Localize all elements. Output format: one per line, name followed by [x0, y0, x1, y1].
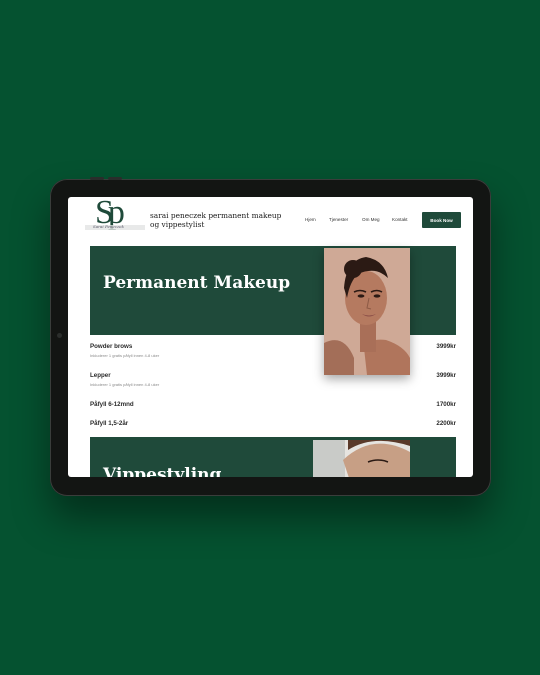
price-value: 2200kr — [436, 420, 456, 427]
price-row: Påfyll 1,5-2år 2200kr — [90, 420, 456, 430]
price-row: Powder brows 3999kr Inkluderer 1 gratis … — [90, 343, 456, 358]
price-name: Lepper — [90, 372, 111, 379]
model-portrait — [324, 248, 410, 375]
hero-title: Permanent Makeup — [103, 273, 291, 293]
book-now-button[interactable]: Book Now — [422, 212, 461, 228]
nav-home[interactable]: Hjem — [305, 217, 316, 222]
price-note: Inkluderer 1 gratis påfyll innen 4-8 uke… — [90, 353, 160, 358]
price-row: Lepper 3999kr Inkluderer 1 gratis påfyll… — [90, 372, 456, 387]
camera — [57, 333, 62, 338]
price-value: 3999kr — [436, 372, 456, 379]
price-note: Inkluderer 1 gratis påfyll innen 4-8 uke… — [90, 382, 160, 387]
site-logo[interactable]: Sp Sarai Peneczek — [85, 197, 145, 240]
price-value: 3999kr — [436, 343, 456, 350]
website-screen: Sp Sarai Peneczek sarai peneczek permane… — [68, 197, 473, 477]
nav-services[interactable]: Tjenester — [329, 217, 348, 222]
price-value: 1700kr — [436, 401, 456, 408]
price-name: Påfyll 1,5-2år — [90, 420, 129, 427]
tablet-frame: Sp Sarai Peneczek sarai peneczek permane… — [50, 177, 491, 496]
site-title[interactable]: sarai peneczek permanent makeup og vippe… — [150, 211, 290, 229]
logo-script: Sarai Peneczek — [93, 224, 124, 229]
price-name: Påfyll 6-12mnd — [90, 401, 134, 408]
price-row: Påfyll 6-12mnd 1700kr — [90, 401, 456, 411]
nav-contact[interactable]: Kontakt — [392, 217, 408, 222]
price-name: Powder brows — [90, 343, 133, 350]
nav-about[interactable]: Om Meg — [362, 217, 380, 222]
lash-banner-title: Vippestyling — [103, 465, 222, 477]
lash-photo — [313, 440, 410, 477]
power-button — [90, 177, 104, 180]
volume-button — [108, 177, 122, 180]
